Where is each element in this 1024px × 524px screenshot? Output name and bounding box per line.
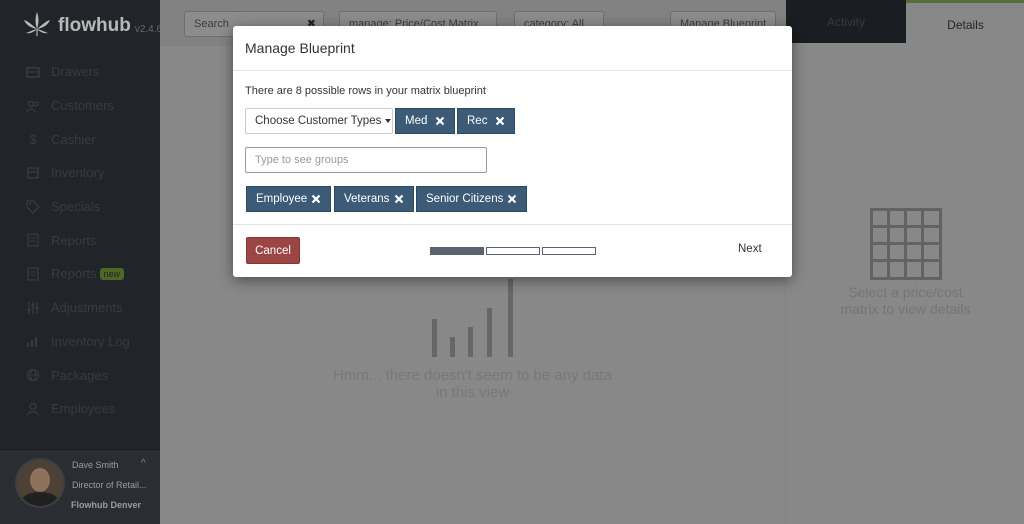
next-button[interactable]: Next [738,243,762,255]
modal-header: Manage Blueprint [233,26,792,71]
step-indicator-3 [542,247,596,255]
group-tag-employee: Employee [246,186,331,212]
group-tag-senior-citizens: Senior Citizens [416,186,527,212]
remove-icon[interactable] [506,191,518,207]
remove-icon[interactable] [393,191,405,207]
manage-blueprint-modal: Manage Blueprint There are 8 possible ro… [233,26,792,277]
tag-label: Senior Citizens [426,193,504,205]
customer-type-tag-rec: Rec [457,108,515,134]
remove-icon[interactable] [434,113,446,129]
tag-label: Veterans [344,193,390,205]
groups-search-input[interactable] [245,147,487,173]
group-tag-veterans: Veterans [334,186,414,212]
blueprint-description: There are 8 possible rows in your matrix… [245,85,486,97]
tag-label: Employee [256,193,308,205]
tag-label: Med [405,115,428,127]
tag-label: Rec [467,115,488,127]
step-indicator-2 [486,247,540,255]
modal-divider [233,224,792,225]
remove-icon[interactable] [494,113,506,129]
modal-title: Manage Blueprint [245,40,355,56]
remove-icon[interactable] [310,191,322,207]
choose-customer-types-dropdown[interactable]: Choose Customer Types [245,108,393,134]
caret-down-icon [385,119,392,123]
cancel-button[interactable]: Cancel [246,237,300,264]
customer-type-tag-med: Med [395,108,455,134]
choose-customer-types-label: Choose Customer Types [255,115,382,127]
step-indicator-1 [430,247,484,255]
